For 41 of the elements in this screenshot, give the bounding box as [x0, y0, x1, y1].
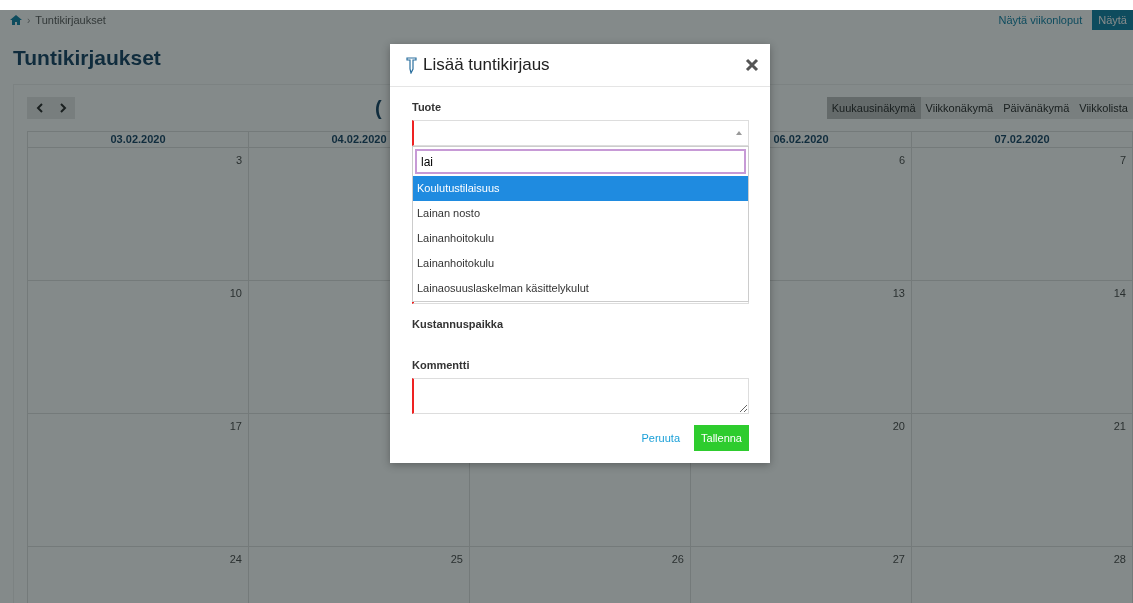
- day-number: 14: [1113, 287, 1126, 301]
- chevron-left-icon: [35, 103, 43, 113]
- save-button[interactable]: Tallenna: [694, 425, 749, 451]
- chevron-right-icon: [59, 103, 67, 113]
- cancel-button[interactable]: Peruuta: [637, 432, 684, 444]
- date-header: 03.02.2020: [28, 131, 249, 148]
- day-number: 10: [229, 287, 242, 301]
- day-number: 3: [235, 154, 242, 168]
- view-tab[interactable]: Päivänäkymä: [998, 97, 1075, 119]
- day-number: 13: [892, 287, 905, 301]
- field-label: Kustannuspaikka: [412, 318, 505, 332]
- date-header: 07.02.2020: [912, 131, 1133, 148]
- home-icon[interactable]: [10, 15, 22, 25]
- day-number: 24: [229, 553, 242, 567]
- page-title: Tuntikirjaukset: [12, 45, 162, 70]
- day-number: 26: [671, 553, 684, 567]
- view-tab[interactable]: Kuukausinäkymä: [826, 97, 921, 119]
- pin-icon: [406, 56, 417, 74]
- day-number: 28: [1113, 553, 1126, 567]
- breadcrumb-separator: ›: [27, 14, 31, 26]
- dropdown-option[interactable]: Koulutustilaisuus: [413, 176, 748, 201]
- day-number: 17: [229, 420, 242, 434]
- day-number: 7: [1119, 154, 1126, 168]
- caret-icon: [736, 131, 742, 135]
- day-number: 21: [1113, 420, 1126, 434]
- field-label: Kommentti: [412, 359, 471, 373]
- month-title: (: [375, 96, 382, 120]
- day-number: 6: [898, 154, 905, 168]
- view-tab[interactable]: Viikkonäkymä: [920, 97, 999, 119]
- comment-field[interactable]: [412, 378, 749, 414]
- dialog-title: Lisää tuntikirjaus: [423, 55, 550, 75]
- day-number: 25: [450, 553, 463, 567]
- day-number: 20: [892, 420, 905, 434]
- search-field[interactable]: lai: [415, 149, 746, 174]
- show-button[interactable]: Näytä: [1092, 10, 1133, 30]
- day-number: 27: [892, 553, 905, 567]
- close-button[interactable]: [745, 58, 759, 72]
- weekends-link[interactable]: Näytä viikonloput: [998, 14, 1083, 26]
- view-tab[interactable]: Viikkolista: [1074, 97, 1133, 119]
- breadcrumb-item: Tuntikirjaukset: [35, 14, 106, 26]
- field-label: Tuote: [412, 101, 443, 115]
